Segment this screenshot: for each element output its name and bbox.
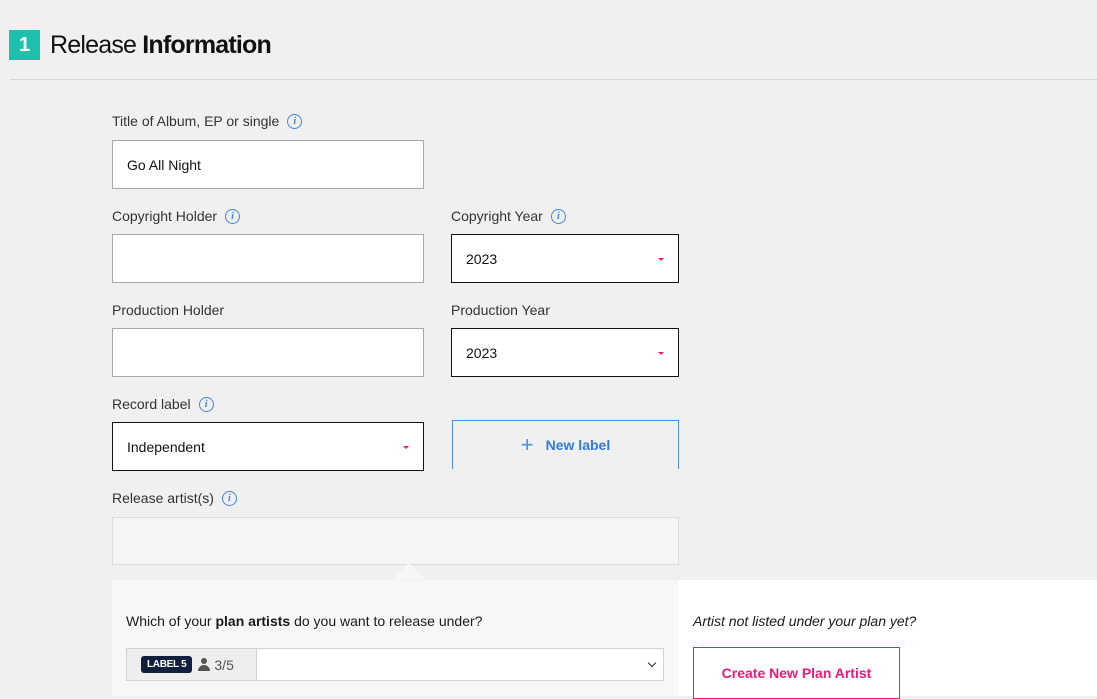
production-year-label: Production Year bbox=[451, 302, 550, 318]
production-holder-label-text: Production Holder bbox=[112, 302, 225, 318]
step-number-badge: 1 bbox=[9, 30, 40, 60]
header-divider bbox=[10, 79, 1097, 80]
title-input[interactable]: Go All Night bbox=[112, 140, 424, 189]
create-plan-artist-text: Create New Plan Artist bbox=[721, 665, 872, 681]
question-prefix: Which of your bbox=[126, 613, 216, 629]
section-title: Release Information bbox=[50, 30, 272, 60]
record-label-label: Record label i bbox=[112, 396, 214, 412]
section-header: 1 Release Information bbox=[9, 30, 272, 60]
question-suffix: do you want to release under? bbox=[290, 613, 483, 629]
title-label: Title of Album, EP or single i bbox=[112, 113, 303, 129]
info-icon[interactable]: i bbox=[550, 208, 566, 224]
production-holder-input[interactable] bbox=[112, 328, 424, 377]
plan-artist-dropdown[interactable] bbox=[257, 649, 663, 680]
copyright-holder-label: Copyright Holder i bbox=[112, 208, 241, 224]
release-artists-label-text: Release artist(s) bbox=[112, 490, 214, 506]
copyright-holder-input[interactable] bbox=[112, 234, 424, 283]
plan-info: LABEL 5 3/5 bbox=[127, 649, 257, 680]
copyright-year-label-text: Copyright Year bbox=[451, 208, 543, 224]
new-label-button[interactable]: + New label bbox=[452, 420, 679, 469]
production-year-label-text: Production Year bbox=[451, 302, 550, 318]
question-bold: plan artists bbox=[215, 613, 291, 629]
dropdown-caret-icon bbox=[658, 351, 664, 355]
artist-not-listed-text: Artist not listed under your plan yet? bbox=[693, 613, 917, 629]
copyright-holder-label-text: Copyright Holder bbox=[112, 208, 218, 224]
info-icon[interactable]: i bbox=[225, 208, 241, 224]
release-artists-input[interactable] bbox=[112, 517, 679, 565]
section-title-light: Release bbox=[50, 30, 137, 59]
copyright-year-value: 2023 bbox=[466, 250, 498, 267]
record-label-label-text: Record label bbox=[112, 396, 191, 412]
popover-pointer bbox=[393, 563, 425, 579]
dropdown-caret-icon bbox=[658, 257, 664, 261]
info-icon[interactable]: i bbox=[198, 396, 214, 412]
title-input-value: Go All Night bbox=[127, 156, 201, 173]
person-icon bbox=[198, 658, 211, 671]
plus-icon: + bbox=[520, 432, 534, 457]
copyright-year-select[interactable]: 2023 bbox=[451, 234, 679, 283]
plan-artist-question: Which of your plan artists do you want t… bbox=[126, 613, 482, 629]
info-icon[interactable]: i bbox=[221, 490, 237, 506]
production-year-value: 2023 bbox=[466, 344, 498, 361]
chevron-down-icon bbox=[647, 658, 657, 668]
create-plan-artist-button[interactable]: Create New Plan Artist bbox=[693, 647, 900, 699]
section-title-bold: Information bbox=[142, 30, 272, 59]
release-artists-label: Release artist(s) i bbox=[112, 490, 237, 506]
production-holder-label: Production Holder bbox=[112, 302, 224, 318]
title-label-text: Title of Album, EP or single bbox=[112, 113, 280, 129]
record-label-select[interactable]: Independent bbox=[112, 422, 424, 471]
new-label-button-text: New label bbox=[545, 437, 611, 453]
info-icon[interactable]: i bbox=[287, 113, 303, 129]
plan-badge: LABEL 5 bbox=[141, 656, 193, 673]
production-year-select[interactable]: 2023 bbox=[451, 328, 679, 377]
record-label-value: Independent bbox=[127, 438, 205, 455]
plan-artist-count: 3/5 bbox=[214, 656, 234, 673]
dropdown-caret-icon bbox=[403, 445, 409, 449]
plan-artist-select[interactable]: LABEL 5 3/5 bbox=[126, 648, 664, 681]
copyright-year-label: Copyright Year i bbox=[451, 208, 566, 224]
